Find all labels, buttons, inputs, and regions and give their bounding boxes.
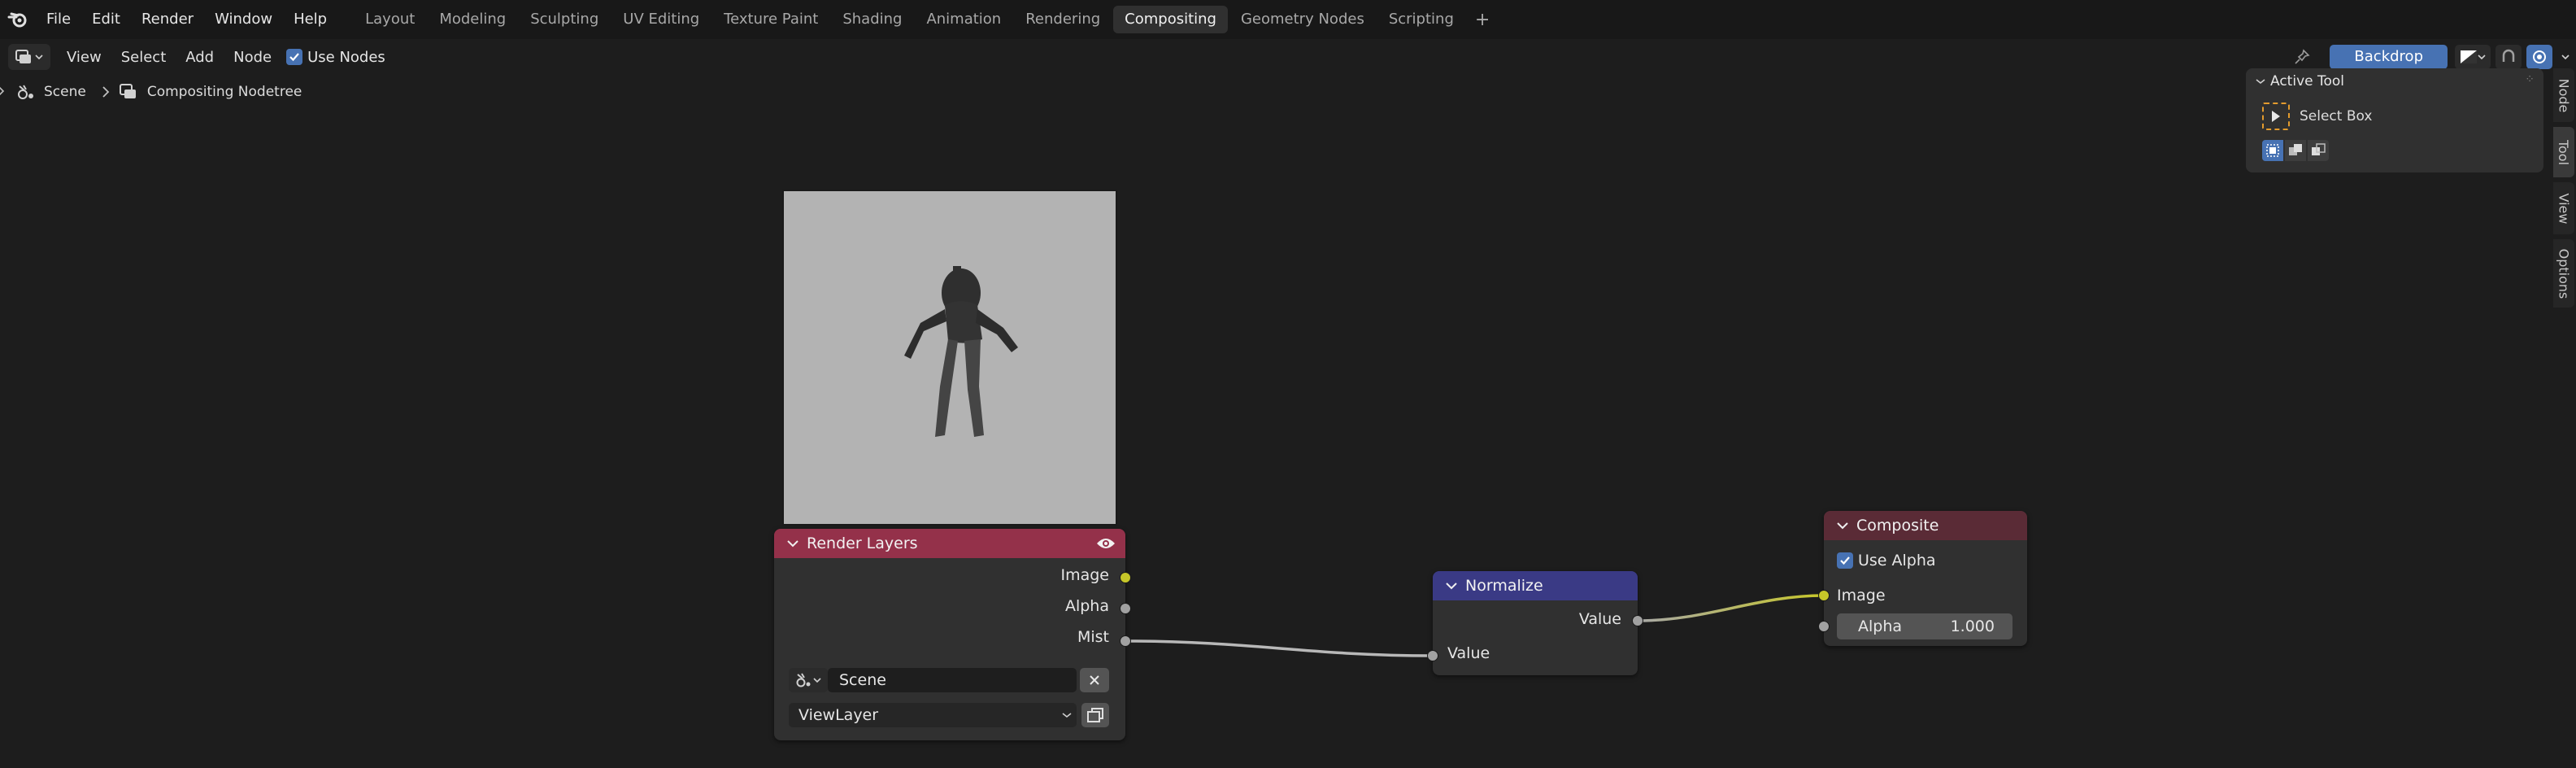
chevron-down-icon (2256, 79, 2265, 85)
output-image-label: Image (1060, 566, 1109, 584)
view-layer-dropdown[interactable]: ViewLayer (789, 703, 1077, 727)
drag-handle-icon[interactable]: ⁘ (2525, 73, 2535, 86)
output-alpha-label: Alpha (1064, 597, 1109, 615)
composite-image-socket[interactable] (1818, 590, 1830, 601)
selection-mode-buttons (2262, 140, 2329, 161)
normalize-output-socket[interactable] (1632, 615, 1643, 626)
link-mist-to-normalize[interactable] (1125, 639, 1434, 657)
scene-icon (796, 673, 811, 687)
tab-node-label: Node (2556, 78, 2572, 112)
collapse-chevron-icon[interactable] (787, 539, 798, 548)
composite-header[interactable]: Composite (1824, 511, 2027, 540)
chevron-down-icon (813, 678, 821, 683)
composite-title: Composite (1856, 517, 1939, 535)
composite-alpha-socket[interactable] (1818, 621, 1830, 632)
active-tool-section-header[interactable]: Active Tool (2256, 73, 2344, 89)
alpha-field-label: Alpha (1858, 617, 1903, 635)
select-box-tool-icon[interactable] (2262, 103, 2290, 130)
scene-selector-dropdown[interactable] (789, 668, 828, 692)
output-alpha-socket[interactable] (1120, 603, 1131, 614)
use-alpha-checkbox[interactable]: Use Alpha (1837, 552, 1936, 569)
scene-name-value: Scene (839, 671, 886, 689)
mode-subtract-icon[interactable] (2308, 140, 2329, 161)
chevron-down-icon (1062, 713, 1072, 718)
view-layer-value: ViewLayer (798, 706, 879, 724)
sidebar-panel: Active Tool ⁘ Select Box (2246, 68, 2543, 172)
tab-tool[interactable]: Tool (2553, 127, 2574, 177)
render-layers-title: Render Layers (807, 535, 918, 552)
normalize-input-label: Value (1447, 644, 1490, 662)
collapse-chevron-icon[interactable] (1446, 582, 1457, 590)
normalize-header[interactable]: Normalize (1433, 571, 1638, 600)
eye-icon[interactable] (1096, 537, 1116, 550)
tab-view[interactable]: View (2553, 182, 2574, 234)
scene-name-field[interactable]: Scene (828, 668, 1077, 692)
backdrop-preview-image (782, 190, 1117, 526)
select-box-label: Select Box (2300, 108, 2373, 124)
composite-node[interactable]: Composite Use Alpha Image Alpha 1.000 (1818, 511, 2027, 646)
node-links (1125, 594, 1825, 657)
tab-node[interactable]: Node (2553, 68, 2574, 122)
output-mist-socket[interactable] (1120, 635, 1131, 647)
mist-render-figure (904, 266, 1018, 437)
tab-options[interactable]: Options (2553, 239, 2574, 308)
normalize-title: Normalize (1465, 577, 1543, 595)
normalize-output-label: Value (1578, 610, 1621, 628)
active-tool-title: Active Tool (2270, 73, 2345, 89)
tab-tool-label: Tool (2556, 139, 2572, 165)
normalize-input-socket[interactable] (1427, 650, 1438, 661)
unlink-scene-button[interactable] (1080, 668, 1109, 692)
use-alpha-label: Use Alpha (1858, 552, 1936, 569)
composite-image-label: Image (1837, 587, 1886, 604)
tab-view-label: View (2556, 193, 2572, 224)
render-layers-node[interactable]: Render Layers Image Alpha Mist Scene Vie… (774, 529, 1131, 740)
mode-extend-icon[interactable] (2285, 140, 2306, 161)
normalize-node[interactable]: Normalize Value Value (1427, 571, 1643, 675)
mode-set-icon[interactable] (2262, 140, 2283, 161)
checkmark-icon (1837, 552, 1853, 569)
tab-options-label: Options (2556, 248, 2572, 299)
output-mist-label: Mist (1077, 628, 1109, 646)
alpha-field-value: 1.000 (1950, 617, 1995, 635)
close-icon (1090, 675, 1099, 685)
output-image-socket[interactable] (1120, 572, 1131, 583)
alpha-value-field[interactable]: Alpha 1.000 (1837, 613, 2012, 639)
render-layer-button[interactable] (1081, 703, 1109, 727)
render-icon (1087, 708, 1103, 722)
render-layers-header[interactable]: Render Layers (774, 529, 1125, 558)
sidebar-tabs: Node Tool View Options (2550, 68, 2576, 308)
link-normalize-to-composite[interactable] (1637, 594, 1825, 622)
collapse-chevron-icon[interactable] (1837, 521, 1848, 530)
